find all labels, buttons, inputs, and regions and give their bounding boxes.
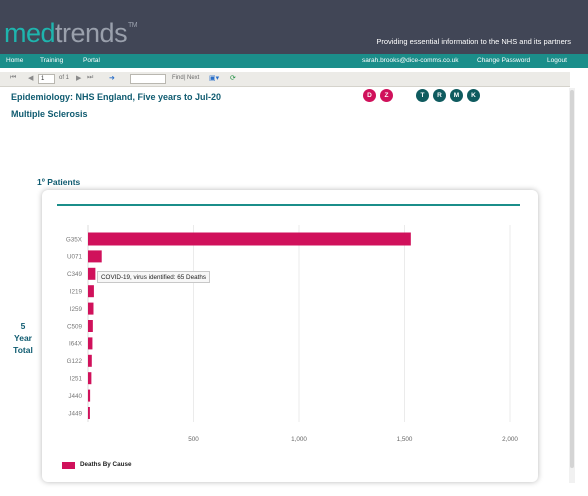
bar-g35x[interactable] bbox=[88, 232, 411, 246]
bar-i259[interactable] bbox=[88, 302, 94, 315]
y-category-label: J440 bbox=[68, 393, 82, 400]
y-category-label: U071 bbox=[67, 254, 83, 261]
x-tick-label: 500 bbox=[188, 436, 199, 443]
y-category-label: I259 bbox=[70, 306, 83, 313]
bar-i251[interactable] bbox=[88, 372, 92, 385]
bar-c509[interactable] bbox=[88, 320, 93, 332]
legend-label: Deaths By Cause bbox=[80, 461, 132, 468]
x-tick-label: 1,500 bbox=[397, 436, 413, 443]
x-tick-label: 2,000 bbox=[502, 436, 518, 443]
bar-j440[interactable] bbox=[88, 389, 91, 402]
y-category-label: I251 bbox=[70, 376, 83, 383]
legend-swatch bbox=[62, 462, 75, 469]
bar-g122[interactable] bbox=[88, 354, 92, 367]
y-category-label: I219 bbox=[70, 289, 83, 296]
y-category-label: I64X bbox=[69, 341, 83, 348]
chart-tooltip: COVID-19, virus identified: 65 Deaths bbox=[97, 271, 210, 283]
y-category-label: J449 bbox=[68, 410, 82, 417]
bar-c349[interactable] bbox=[88, 267, 96, 280]
deaths-by-cause-chart: 500 1,000 1,500 2,000 G35X U071 C349 I219 I259 C5… bbox=[66, 225, 518, 443]
scrollbar-thumb[interactable] bbox=[570, 90, 574, 468]
bar-i219[interactable] bbox=[88, 285, 94, 298]
x-tick-label: 1,000 bbox=[291, 436, 307, 443]
y-category-label: G35X bbox=[66, 236, 83, 243]
y-category-label: C349 bbox=[67, 271, 83, 278]
y-category-label: G122 bbox=[67, 358, 83, 365]
bar-i64x[interactable] bbox=[88, 337, 93, 350]
bar-u071[interactable] bbox=[88, 250, 102, 263]
y-category-label: C509 bbox=[67, 323, 83, 330]
bar-j449[interactable] bbox=[88, 407, 90, 419]
